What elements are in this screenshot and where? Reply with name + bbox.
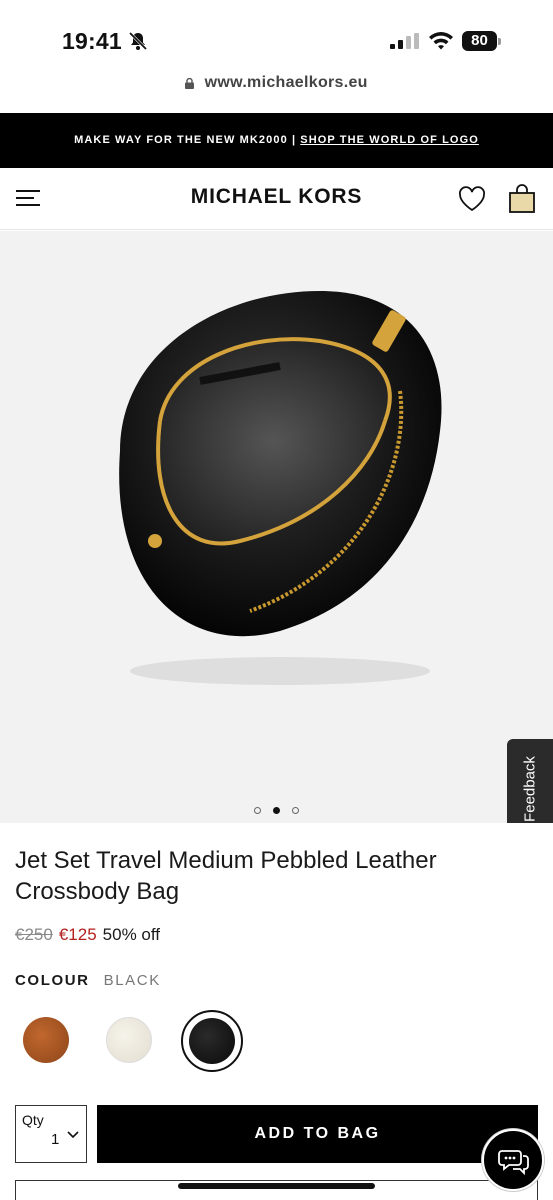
add-to-bag-button[interactable]: ADD TO BAG [97, 1105, 538, 1163]
chat-button[interactable] [482, 1129, 544, 1191]
product-image[interactable] [80, 271, 460, 691]
swatch-cream[interactable] [106, 1017, 152, 1063]
wifi-icon [429, 32, 453, 50]
url-text: www.michaelkors.eu [204, 74, 368, 91]
quantity-select[interactable]: Qty 1 [15, 1105, 87, 1163]
price-original: €250 [15, 925, 53, 944]
promo-link[interactable]: SHOP THE WORLD OF LOGO [300, 134, 479, 146]
gallery-dot[interactable] [292, 807, 299, 815]
swatch-brown[interactable] [23, 1017, 69, 1063]
colour-label: COLOUR [15, 972, 90, 989]
shopping-bag-icon[interactable] [508, 184, 536, 214]
chat-icon [498, 1150, 529, 1175]
lock-icon [185, 77, 195, 89]
product-title: Jet Set Travel Medium Pebbled Leather Cr… [15, 847, 437, 905]
colour-row: COLOUR BLACK [15, 972, 161, 989]
menu-icon[interactable] [15, 187, 41, 209]
gallery-dot[interactable] [254, 807, 261, 815]
promo-text: MAKE WAY FOR THE NEW MK2000 | [74, 134, 301, 146]
gallery-dot-active[interactable] [273, 807, 280, 815]
status-time: 19:41 [62, 28, 122, 54]
signal-icon [390, 33, 419, 49]
gallery-pagination [0, 802, 553, 820]
battery-indicator: 80 [462, 31, 501, 51]
price-sale: €125 [58, 925, 97, 944]
home-indicator [178, 1183, 375, 1189]
address-bar[interactable]: www.michaelkors.eu [0, 74, 553, 114]
site-header: MICHAEL KORS [0, 168, 553, 230]
price-row: €250 €125 50% off [15, 925, 160, 945]
heart-icon[interactable] [458, 186, 486, 212]
swatch-black[interactable] [189, 1018, 235, 1064]
battery-tip [498, 38, 501, 45]
discount-label: 50% off [102, 925, 160, 944]
status-bar: 19:41 80 [0, 0, 553, 74]
qty-label: Qty [22, 1112, 44, 1128]
qty-value: 1 [51, 1131, 60, 1148]
promo-banner: MAKE WAY FOR THE NEW MK2000 | SHOP THE W… [0, 113, 553, 168]
product-gallery[interactable]: Feedback [0, 231, 553, 823]
chevron-down-icon [67, 1131, 79, 1139]
colour-selected: BLACK [103, 972, 161, 989]
bell-muted-icon [128, 31, 148, 51]
battery-level: 80 [462, 31, 497, 51]
